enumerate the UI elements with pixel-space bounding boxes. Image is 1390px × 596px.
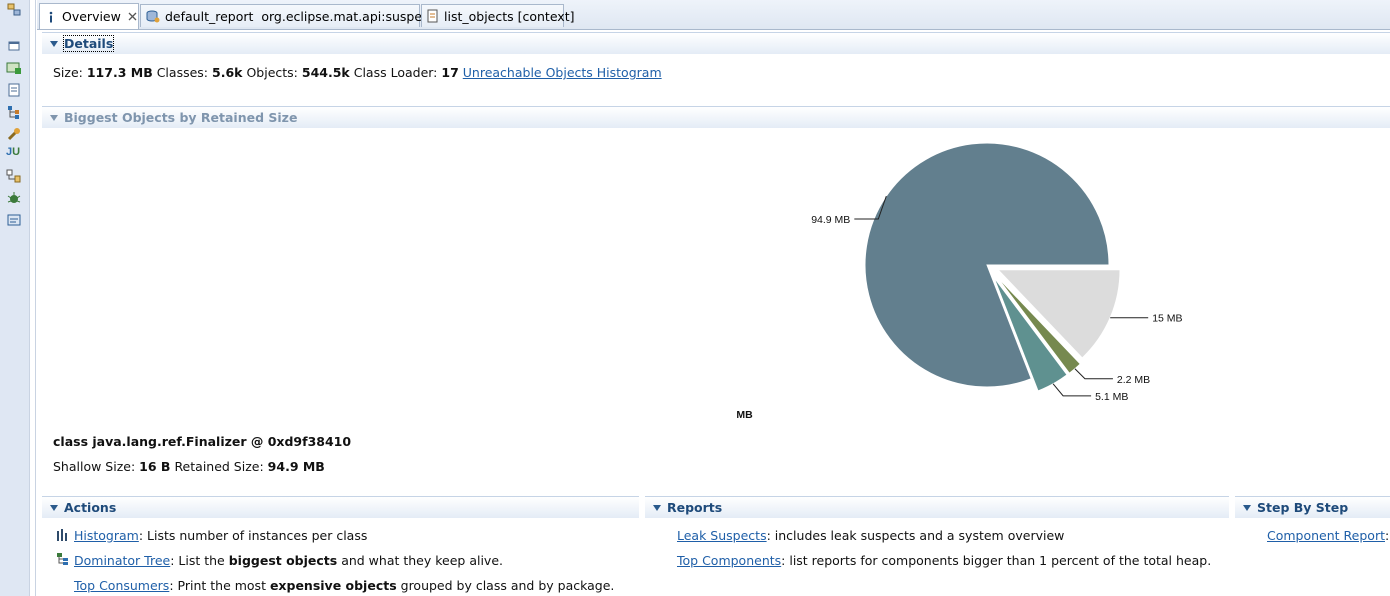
editor-tab-bar: Overview default_report org.eclipse.mat.… [37,0,1390,30]
pie-slice-label: 2.2 MB [1117,374,1150,386]
info-icon [45,10,57,24]
pie-leader-line [1052,383,1092,397]
top-components-link[interactable]: Top Components [677,553,781,568]
close-icon[interactable] [127,11,138,22]
histogram-desc: : Lists number of instances per class [138,528,368,543]
unreachable-objects-histogram-link[interactable]: Unreachable Objects Histogram [463,65,662,80]
report-leak-suspects: Leak Suspects: includes leak suspects an… [677,528,1064,543]
document-icon[interactable] [6,82,22,98]
tab-list-objects[interactable]: list_objects [context] [421,4,574,27]
add-view-icon[interactable] [6,60,22,76]
selected-object-class: class java.lang.ref.Finalizer @ 0xd9f384… [53,434,352,449]
tab-default-report[interactable]: default_report org.eclipse.mat.api:suspe… [140,4,440,27]
tools-icon[interactable] [6,126,22,142]
top-consumers-desc-post: grouped by class and by package. [396,578,615,593]
objects-value: 544.5k [301,65,350,80]
collapse-triangle-icon[interactable] [1243,504,1251,511]
step-component-report: Component Report: A [1267,528,1390,543]
top-components-desc: : list reports for components bigger tha… [781,553,1212,568]
leak-suspects-link[interactable]: Leak Suspects [677,528,767,543]
tab-list-objects-label: list_objects [context] [444,8,575,24]
tab-overview-label: Overview [62,9,121,24]
pie-slice[interactable] [864,142,1110,388]
pie-slice-label: 15 MB [1152,313,1182,325]
reports-header[interactable]: Reports [645,496,1229,518]
size-value: 117.3 MB [86,65,153,80]
debug-icon[interactable] [6,190,22,206]
shallow-size-value: 16 B [139,459,171,474]
class-loader-value: 17 [441,65,459,80]
retained-size-value: 94.9 MB [267,459,325,474]
action-histogram: Histogram: Lists number of instances per… [74,528,367,543]
pie-total-label: Total: 117.3 MB [737,409,753,421]
query-icon [427,9,439,23]
step-by-step-header[interactable]: Step By Step [1235,496,1390,518]
perspective-icon[interactable] [6,2,22,18]
tab-default-report-label: default_report org.eclipse.mat.api:suspe… [165,8,441,24]
left-rim [30,0,36,596]
shallow-size-label: Shallow Size: [53,459,136,474]
biggest-objects-header[interactable]: Biggest Objects by Retained Size [42,106,1390,128]
object-size-line: Shallow Size: 16 B Retained Size: 94.9 M… [53,459,325,474]
dominator-tree-link[interactable]: Dominator Tree [74,553,170,568]
collapse-triangle-icon[interactable] [653,504,661,511]
top-consumers-desc-pre: : Print the most [169,578,270,593]
class-loader-label: Class Loader: [353,65,438,80]
details-header[interactable]: Details [42,32,1390,54]
step-by-step-title: Step By Step [1257,500,1349,515]
actions-title: Actions [64,500,117,515]
retained-size-pie-chart[interactable]: 94.9 MB 15 MB 2.2 MB 5.1 MB Total: 117.3 MB [737,131,1237,431]
histogram-icon [57,529,67,541]
component-report-desc: : A [1384,528,1390,543]
dominator-desc-pre: : List the [170,553,229,568]
tab-overview[interactable]: Overview [39,3,139,29]
details-title: Details [62,35,115,52]
dominator-tree-icon [57,553,68,565]
console-icon[interactable] [6,212,22,228]
window-icon[interactable] [6,38,22,54]
histogram-link[interactable]: Histogram [74,528,139,543]
report-top-components: Top Components: list reports for compone… [677,553,1211,568]
top-consumers-link[interactable]: Top Consumers [74,578,169,593]
tree-icon[interactable] [6,104,22,120]
size-label: Size: [53,65,83,80]
collapse-triangle-icon[interactable] [50,504,58,511]
junit-icon[interactable]: JU [6,146,22,162]
actions-header[interactable]: Actions [42,496,639,518]
pie-leader-line [1074,368,1113,380]
action-dominator-tree: Dominator Tree: List the biggest objects… [74,553,503,568]
collapse-triangle-icon[interactable] [50,40,58,47]
hierarchy-icon[interactable] [6,168,22,184]
overview-content: Details Size: 117.3 MB Classes: 5.6k Obj… [37,31,1390,596]
pie-slices [864,142,1121,392]
report-icon [146,9,160,23]
left-toolbar: JU [0,0,30,596]
classes-value: 5.6k [212,65,243,80]
leak-suspects-desc: : includes leak suspects and a system ov… [766,528,1065,543]
collapse-triangle-icon[interactable] [50,114,58,121]
pie-slice-label: 5.1 MB [1095,391,1128,403]
details-line: Size: 117.3 MB Classes: 5.6k Objects: 54… [53,65,662,80]
component-report-link[interactable]: Component Report [1267,528,1385,543]
pie-slice-label: 94.9 MB [811,214,850,226]
biggest-objects-title: Biggest Objects by Retained Size [64,110,298,125]
top-consumers-desc-bold: expensive objects [269,578,397,593]
dominator-desc-bold: biggest objects [228,553,338,568]
retained-size-label: Retained Size: [174,459,264,474]
objects-label: Objects: [246,65,298,80]
action-top-consumers: Top Consumers: Print the most expensive … [74,578,614,593]
dominator-desc-post: and what they keep alive. [337,553,503,568]
reports-title: Reports [667,500,723,515]
classes-label: Classes: [156,65,209,80]
